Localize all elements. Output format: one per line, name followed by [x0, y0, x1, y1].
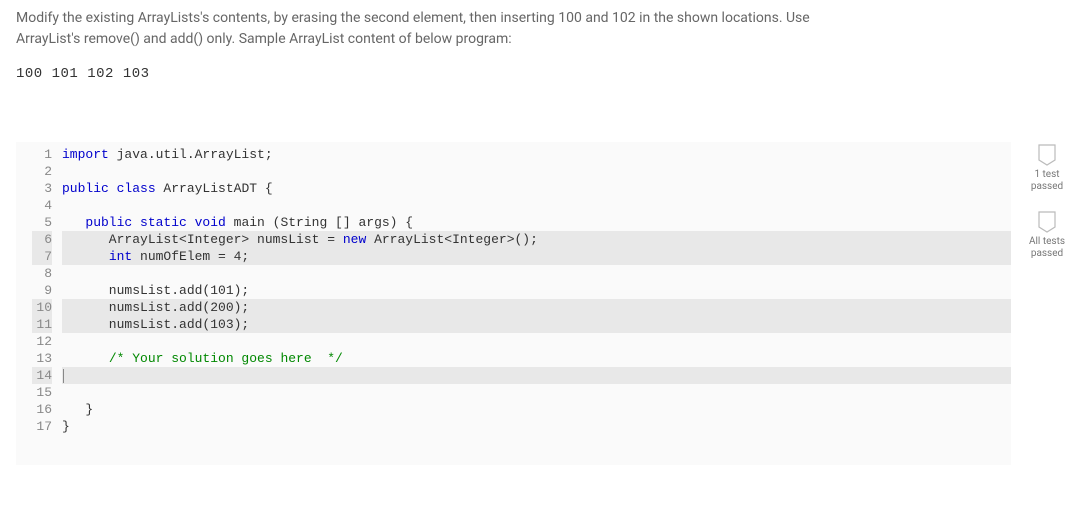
code-line[interactable] [62, 163, 1011, 180]
sample-output: 100 101 102 103 [16, 66, 1071, 82]
code-line[interactable]: } [62, 401, 1011, 418]
code-editor-wrapper: 1234567891011121314151617 import java.ut… [16, 142, 1011, 465]
line-number: 4 [32, 197, 52, 214]
code-line[interactable]: public static void main (String [] args)… [62, 214, 1011, 231]
line-number: 17 [32, 418, 52, 435]
line-number: 6 [32, 231, 52, 248]
code-line[interactable]: public class ArrayListADT { [62, 180, 1011, 197]
line-number: 5 [32, 214, 52, 231]
line-number: 15 [32, 384, 52, 401]
line-number: 14 [32, 367, 52, 384]
line-number: 7 [32, 248, 52, 265]
line-number: 2 [32, 163, 52, 180]
instructions-line1: Modify the existing ArrayLists's content… [16, 10, 810, 26]
ribbon-icon [1038, 144, 1056, 166]
badge-one-test-label: 1 test passed [1031, 169, 1063, 193]
code-line[interactable]: int numOfElem = 4; [62, 248, 1011, 265]
code-line[interactable] [62, 265, 1011, 282]
code-line[interactable]: numsList.add(200); [62, 299, 1011, 316]
code-line[interactable] [62, 333, 1011, 350]
instructions-line2: ArrayList's remove() and add() only. Sam… [16, 31, 512, 47]
line-number: 12 [32, 333, 52, 350]
code-line[interactable]: numsList.add(101); [62, 282, 1011, 299]
code-line[interactable]: ArrayList<Integer> numsList = new ArrayL… [62, 231, 1011, 248]
code-editor[interactable]: 1234567891011121314151617 import java.ut… [32, 146, 1011, 435]
code-line[interactable] [62, 384, 1011, 401]
main-area: 1234567891011121314151617 import java.ut… [16, 142, 1071, 465]
line-number: 3 [32, 180, 52, 197]
ribbon-icon [1038, 211, 1056, 233]
line-number: 11 [32, 316, 52, 333]
line-number: 1 [32, 146, 52, 163]
code-line[interactable] [62, 367, 1011, 384]
line-number: 10 [32, 299, 52, 316]
problem-instructions: Modify the existing ArrayLists's content… [16, 8, 1071, 50]
code-line[interactable]: } [62, 418, 1011, 435]
line-number: 8 [32, 265, 52, 282]
code-line[interactable]: numsList.add(103); [62, 316, 1011, 333]
code-line[interactable] [62, 197, 1011, 214]
code-content[interactable]: import java.util.ArrayList; public class… [62, 146, 1011, 435]
test-status-sidebar: 1 test passed All tests passed [1023, 142, 1071, 260]
code-line[interactable]: import java.util.ArrayList; [62, 146, 1011, 163]
line-number: 13 [32, 350, 52, 367]
line-number-gutter: 1234567891011121314151617 [32, 146, 62, 435]
badge-all-tests-passed: All tests passed [1029, 211, 1065, 260]
badge-all-tests-label: All tests passed [1029, 236, 1065, 260]
badge-one-test-passed: 1 test passed [1031, 144, 1063, 193]
line-number: 16 [32, 401, 52, 418]
line-number: 9 [32, 282, 52, 299]
code-line[interactable]: /* Your solution goes here */ [62, 350, 1011, 367]
